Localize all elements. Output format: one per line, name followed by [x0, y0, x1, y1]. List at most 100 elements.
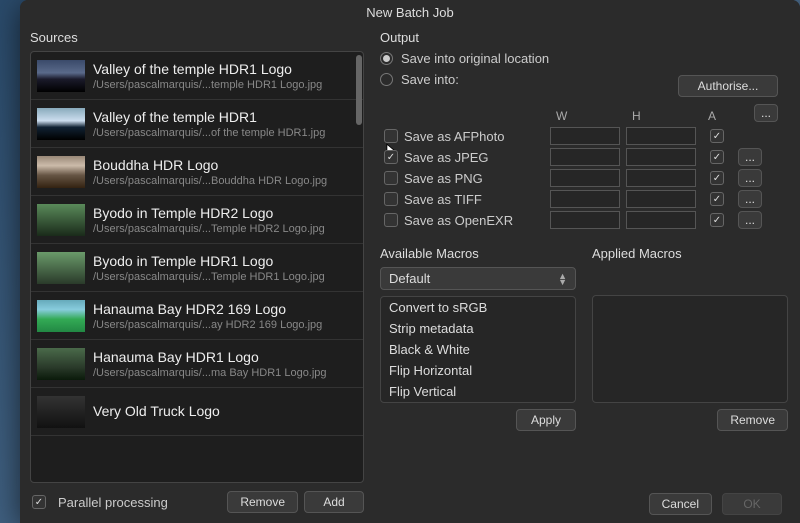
source-item[interactable]: Hanauma Bay HDR2 169 Logo/Users/pascalma… [31, 292, 363, 340]
dropdown-value: Default [389, 271, 430, 286]
source-title: Bouddha HDR Logo [93, 157, 327, 173]
macro-item[interactable]: Strip metadata [381, 318, 575, 339]
format-label: Save as TIFF [404, 192, 482, 207]
source-title: Very Old Truck Logo [93, 403, 220, 419]
aspect-checkbox[interactable]: ✓ [710, 213, 724, 227]
source-title: Hanauma Bay HDR1 Logo [93, 349, 327, 365]
output-label: Output [380, 30, 788, 45]
format-row-openexr: Save as OpenEXR ✓ ... [380, 211, 788, 229]
cancel-button[interactable]: Cancel [649, 493, 712, 515]
applied-macros-list[interactable] [592, 295, 788, 403]
output-pane: Output Save into original location Save … [370, 26, 800, 523]
save-original-radio[interactable] [380, 52, 393, 65]
format-options-button[interactable]: ... [738, 148, 762, 166]
parallel-processing-checkbox[interactable]: ✓ [32, 495, 46, 509]
height-input[interactable] [626, 148, 696, 166]
aspect-checkbox[interactable]: ✓ [710, 129, 724, 143]
source-item[interactable]: Bouddha HDR Logo/Users/pascalmarquis/...… [31, 148, 363, 196]
applied-macros-col: Applied Macros Remove [592, 246, 788, 431]
source-title: Hanauma Bay HDR2 169 Logo [93, 301, 322, 317]
height-input[interactable] [626, 211, 696, 229]
macro-item[interactable]: Flip Vertical [381, 381, 575, 402]
source-item[interactable]: Byodo in Temple HDR2 Logo/Users/pascalma… [31, 196, 363, 244]
format-options-button[interactable]: ... [738, 211, 762, 229]
format-label: Save as JPEG [404, 150, 489, 165]
thumbnail [37, 348, 85, 380]
format-label: Save as AFPhoto [404, 129, 504, 144]
width-input[interactable] [550, 211, 620, 229]
source-path: /Users/pascalmarquis/...Temple HDR1 Logo… [93, 271, 325, 283]
ok-button[interactable]: OK [722, 493, 782, 515]
format-checkbox-jpeg[interactable]: ✓ [384, 150, 398, 164]
source-title: Byodo in Temple HDR1 Logo [93, 253, 325, 269]
source-path: /Users/pascalmarquis/...ay HDR2 169 Logo… [93, 319, 322, 331]
sources-footer: ✓ Parallel processing Remove Add [30, 483, 364, 523]
remove-macro-button[interactable]: Remove [717, 409, 788, 431]
available-macros-list[interactable]: Convert to sRGB Strip metadata Black & W… [380, 296, 576, 403]
applied-macros-label: Applied Macros [592, 246, 788, 261]
chevron-updown-icon: ▲▼ [558, 273, 567, 285]
browse-location-button[interactable]: ... [754, 104, 778, 122]
height-input[interactable] [626, 169, 696, 187]
content: Sources Valley of the temple HDR1 Logo/U… [20, 26, 800, 523]
aspect-checkbox[interactable]: ✓ [710, 171, 724, 185]
format-options-button[interactable]: ... [738, 169, 762, 187]
format-grid: W H A Save as AFPhoto ✓ [380, 109, 788, 232]
width-input[interactable] [550, 148, 620, 166]
format-row-png: Save as PNG ✓ ... [380, 169, 788, 187]
source-item[interactable]: Valley of the temple HDR1/Users/pascalma… [31, 100, 363, 148]
format-row-jpeg: ✓ Save as JPEG ✓ ... [380, 148, 788, 166]
macro-item[interactable]: Black & White [381, 339, 575, 360]
available-macros-col: Available Macros Default ▲▼ Convert to s… [380, 246, 576, 431]
format-checkbox-openexr[interactable] [384, 213, 398, 227]
source-path: /Users/pascalmarquis/...of the temple HD… [93, 127, 325, 139]
window-title: New Batch Job [20, 0, 800, 26]
sources-pane: Sources Valley of the temple HDR1 Logo/U… [20, 26, 370, 523]
thumbnail [37, 396, 85, 428]
source-item[interactable]: Byodo in Temple HDR1 Logo/Users/pascalma… [31, 244, 363, 292]
col-h: H [626, 109, 696, 123]
sources-list[interactable]: Valley of the temple HDR1 Logo/Users/pas… [30, 51, 364, 483]
source-item[interactable]: Hanauma Bay HDR1 Logo/Users/pascalmarqui… [31, 340, 363, 388]
apply-macro-button[interactable]: Apply [516, 409, 576, 431]
remove-source-button[interactable]: Remove [227, 491, 298, 513]
col-w: W [550, 109, 620, 123]
save-into-radio[interactable] [380, 73, 393, 86]
aspect-checkbox[interactable]: ✓ [710, 150, 724, 164]
save-into-label: Save into: [401, 72, 459, 87]
source-item[interactable]: Very Old Truck Logo [31, 388, 363, 436]
thumbnail [37, 108, 85, 140]
width-input[interactable] [550, 169, 620, 187]
format-checkbox-png[interactable] [384, 171, 398, 185]
dialog-footer: Cancel OK [649, 493, 782, 515]
add-source-button[interactable]: Add [304, 491, 364, 513]
width-input[interactable] [550, 190, 620, 208]
format-row-afphoto: Save as AFPhoto ✓ [380, 127, 788, 145]
source-title: Byodo in Temple HDR2 Logo [93, 205, 325, 221]
aspect-checkbox[interactable]: ✓ [710, 192, 724, 206]
height-input[interactable] [626, 190, 696, 208]
macro-item[interactable]: Convert to sRGB [381, 297, 575, 318]
thumbnail [37, 252, 85, 284]
source-path: /Users/pascalmarquis/...temple HDR1 Logo… [93, 79, 322, 91]
save-original-label: Save into original location [401, 51, 549, 66]
width-input[interactable] [550, 127, 620, 145]
format-checkbox-afphoto[interactable] [384, 129, 398, 143]
parallel-processing-label: Parallel processing [58, 495, 221, 510]
macros-area: Available Macros Default ▲▼ Convert to s… [380, 246, 788, 431]
format-label: Save as OpenEXR [404, 213, 513, 228]
source-path: /Users/pascalmarquis/...Bouddha HDR Logo… [93, 175, 327, 187]
thumbnail [37, 156, 85, 188]
format-label: Save as PNG [404, 171, 483, 186]
source-item[interactable]: Valley of the temple HDR1 Logo/Users/pas… [31, 52, 363, 100]
sources-label: Sources [30, 30, 364, 45]
batch-job-dialog: New Batch Job Sources Valley of the temp… [20, 0, 800, 523]
macro-category-dropdown[interactable]: Default ▲▼ [380, 267, 576, 290]
available-macros-label: Available Macros [380, 246, 576, 261]
format-options-button[interactable]: ... [738, 190, 762, 208]
format-checkbox-tiff[interactable] [384, 192, 398, 206]
scrollbar-thumb[interactable] [356, 55, 362, 125]
macro-item[interactable]: Flip Horizontal [381, 360, 575, 381]
height-input[interactable] [626, 127, 696, 145]
authorise-button[interactable]: Authorise... [678, 75, 778, 97]
